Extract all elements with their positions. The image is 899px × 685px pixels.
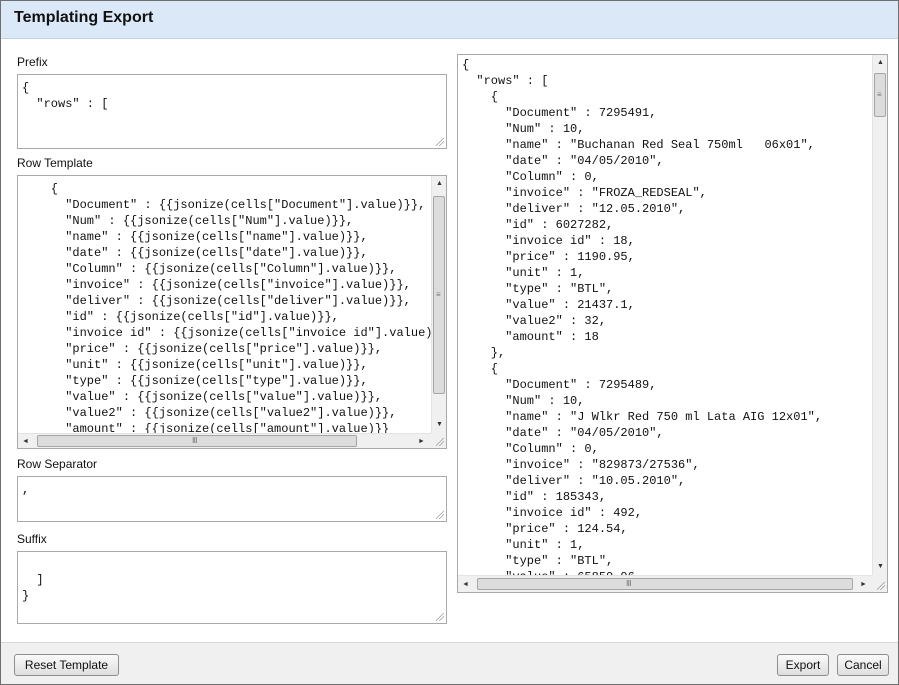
suffix-label: Suffix [17,532,47,546]
row-template-resize-handle-icon[interactable] [436,438,444,446]
prefix-text: { "rows" : [ [22,81,109,111]
row-template-vertical-scroll-thumb[interactable]: ≡ [433,196,445,394]
row-separator-label: Row Separator [17,457,98,471]
scroll-down-arrow-icon[interactable]: ▼ [877,563,884,570]
suffix-textarea[interactable]: ] } [17,551,447,624]
preview-horizontal-scroll-thumb[interactable]: Ⅲ [477,578,853,590]
suffix-text: ] } [22,573,44,603]
grip-icon: ≡ [877,90,882,99]
dialog-footer: Reset Template Export Cancel [1,642,898,684]
suffix-resize-handle-icon[interactable] [436,613,444,621]
scrollbar-corner [872,575,887,592]
cancel-button[interactable]: Cancel [837,654,889,676]
preview-resize-handle-icon[interactable] [877,582,885,590]
title-bar: Templating Export [1,1,898,39]
row-template-vertical-scrollbar[interactable]: ▲ ≡ ▼ [431,176,446,433]
row-separator-textarea[interactable]: , [17,476,447,522]
prefix-label: Prefix [17,55,48,69]
row-separator-resize-handle-icon[interactable] [436,511,444,519]
export-button[interactable]: Export [777,654,829,676]
reset-template-button[interactable]: Reset Template [14,654,119,676]
preview-horizontal-scrollbar[interactable]: ◄ Ⅲ ► [458,575,872,592]
templating-export-dialog: Templating Export Prefix { "rows" : [ Ro… [0,0,899,685]
scroll-up-arrow-icon[interactable]: ▲ [877,59,884,66]
scroll-down-arrow-icon[interactable]: ▼ [436,421,443,428]
scrollbar-corner [431,433,446,448]
prefix-textarea[interactable]: { "rows" : [ [17,74,447,149]
grip-icon: ≡ [436,290,441,299]
grip-icon: Ⅲ [626,579,632,588]
prefix-resize-handle-icon[interactable] [436,138,444,146]
row-template-horizontal-scroll-thumb[interactable]: Ⅲ [37,435,357,447]
dialog-title: Templating Export [14,9,154,26]
scroll-right-arrow-icon[interactable]: ► [418,438,425,445]
grip-icon: Ⅲ [192,436,198,445]
scroll-left-arrow-icon[interactable]: ◄ [462,581,469,588]
row-separator-text: , [22,483,30,497]
row-template-textarea[interactable]: { "Document" : {{jsonize(cells["Document… [17,175,447,449]
preview-textarea[interactable]: { "rows" : [ { "Document" : 7295491, "Nu… [457,54,888,593]
preview-vertical-scroll-thumb[interactable]: ≡ [874,73,886,117]
preview-text: { "rows" : [ { "Document" : 7295491, "Nu… [462,58,823,584]
row-template-label: Row Template [17,156,93,170]
preview-vertical-scrollbar[interactable]: ▲ ≡ ▼ [872,55,887,575]
row-template-text: { "Document" : {{jsonize(cells["Document… [50,182,447,436]
scroll-right-arrow-icon[interactable]: ► [860,581,867,588]
row-template-horizontal-scrollbar[interactable]: ◄ Ⅲ ► [18,433,431,448]
scroll-up-arrow-icon[interactable]: ▲ [436,180,443,187]
scroll-left-arrow-icon[interactable]: ◄ [22,438,29,445]
